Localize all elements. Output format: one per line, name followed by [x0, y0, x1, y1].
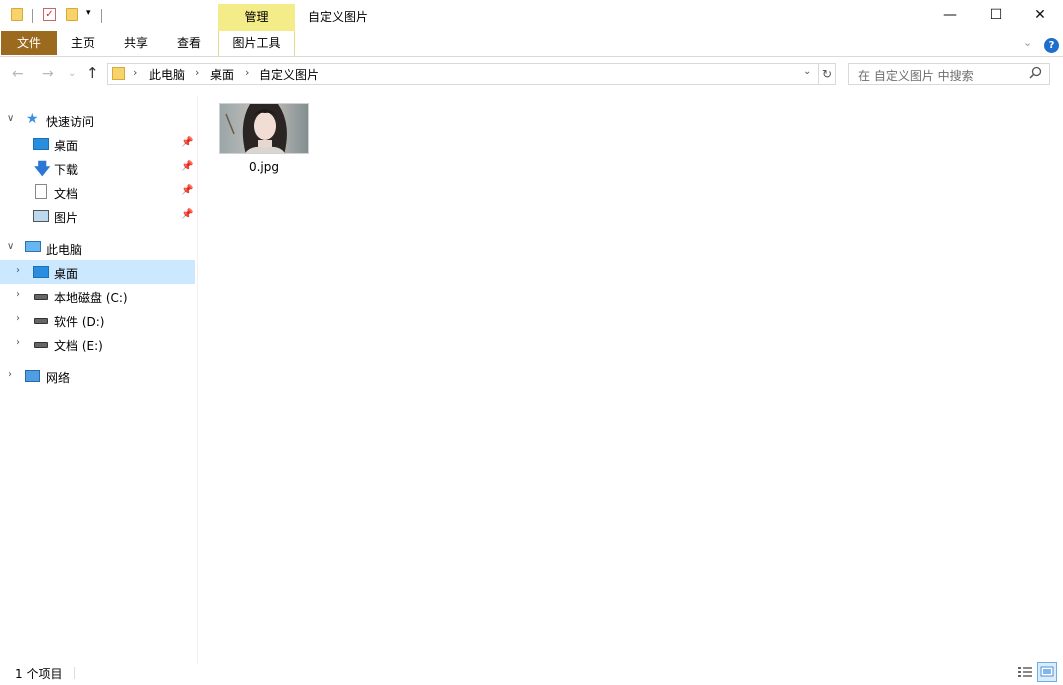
sidebar-item-label: 下载 [54, 163, 79, 177]
document-icon [35, 184, 47, 199]
title-bar [0, 0, 1063, 31]
breadcrumb-this-pc[interactable]: 此电脑 [149, 66, 185, 83]
sidebar-item-label: 桌面 [54, 139, 79, 153]
sidebar-item-drive-e[interactable]: › 文档 (E:) [0, 332, 195, 356]
toolbar-divider [101, 9, 102, 23]
ribbon-tab-bar [0, 31, 1063, 57]
recent-locations-icon[interactable]: ⌄ [68, 68, 76, 79]
close-button[interactable]: ✕ [1017, 0, 1063, 31]
minimize-button[interactable]: — [927, 0, 973, 31]
desktop-icon [33, 138, 49, 150]
file-name[interactable]: 0.jpg [219, 160, 309, 174]
folder-icon[interactable] [11, 8, 23, 21]
breadcrumb-desktop[interactable]: 桌面 [210, 66, 234, 83]
sidebar-item-label: 图片 [54, 211, 79, 225]
window-title: 自定义图片 [308, 10, 369, 24]
desktop-icon [33, 266, 49, 278]
status-divider [74, 667, 75, 679]
help-icon[interactable]: ? [1044, 38, 1059, 53]
chevron-down-icon[interactable]: ⌄ [803, 66, 811, 77]
tab-home[interactable]: 主页 [62, 31, 104, 55]
breadcrumb-separator[interactable]: › [195, 66, 199, 79]
pin-icon[interactable]: 📌 [181, 161, 193, 172]
breadcrumb-custom-pictures[interactable]: 自定义图片 [259, 66, 319, 83]
toolbar-divider [32, 9, 33, 23]
search-icon[interactable] [1029, 66, 1042, 82]
pin-icon[interactable]: 📌 [181, 185, 193, 196]
sidebar-item-label: 软件 (D:) [54, 315, 105, 329]
chevron-right-icon[interactable]: › [16, 265, 20, 276]
sidebar-item-drive-c[interactable]: › 本地磁盘 (C:) [0, 284, 195, 308]
tab-view[interactable]: 查看 [167, 31, 211, 55]
sidebar-item-this-pc[interactable]: ∨ 此电脑 [0, 236, 195, 260]
star-icon: ★ [26, 111, 39, 127]
chevron-right-icon[interactable]: › [16, 337, 20, 348]
breadcrumb-separator[interactable]: › [245, 66, 249, 79]
sidebar-item-quick-access[interactable]: ∨ ★ 快速访问 [0, 108, 195, 132]
forward-arrow-icon[interactable]: → [42, 66, 54, 82]
sidebar-item-label: 快速访问 [46, 115, 95, 129]
sidebar-item-label: 此电脑 [46, 243, 83, 257]
sidebar-item-quick-desktop[interactable]: 桌面 📌 [0, 132, 195, 156]
chevron-right-icon[interactable]: › [16, 289, 20, 300]
image-thumbnail[interactable] [219, 103, 309, 154]
chevron-down-icon[interactable]: ⌄ [1023, 36, 1032, 49]
chevron-right-icon[interactable]: › [16, 313, 20, 324]
back-arrow-icon[interactable]: ← [12, 66, 24, 82]
item-count: 1 个项目 [15, 667, 63, 681]
sidebar-item-quick-pictures[interactable]: 图片 📌 [0, 204, 195, 228]
tab-file[interactable]: 文件 [1, 31, 57, 55]
windows-drive-icon [34, 294, 48, 300]
breadcrumb-separator[interactable]: › [133, 66, 137, 79]
refresh-button[interactable]: ↻ [818, 63, 836, 85]
pin-icon[interactable]: 📌 [181, 209, 193, 220]
sidebar-item-pc-desktop[interactable]: › 桌面 [0, 260, 195, 284]
drive-icon [34, 318, 48, 324]
new-folder-icon[interactable] [66, 8, 78, 21]
search-placeholder: 在 自定义图片 中搜索 [858, 69, 974, 83]
large-icons-view-icon[interactable] [1037, 662, 1057, 682]
manage-contextual-tab[interactable]: 管理 [218, 4, 295, 31]
sidebar-item-label: 本地磁盘 (C:) [54, 291, 128, 305]
up-arrow-icon[interactable]: ↑ [86, 64, 99, 82]
customize-quick-access-icon[interactable]: ▾ [86, 8, 91, 18]
chevron-down-icon[interactable]: ∨ [7, 113, 14, 124]
sidebar-item-label: 文档 (E:) [54, 339, 103, 353]
network-icon [25, 370, 40, 382]
chevron-right-icon[interactable]: › [8, 369, 12, 380]
tab-picture-tools[interactable]: 图片工具 [218, 31, 295, 56]
sidebar-item-label: 网络 [46, 371, 71, 385]
drive-icon [34, 342, 48, 348]
sidebar-item-drive-d[interactable]: › 软件 (D:) [0, 308, 195, 332]
properties-icon[interactable]: ✓ [43, 8, 56, 21]
details-view-icon[interactable] [1017, 665, 1033, 680]
tab-share[interactable]: 共享 [114, 31, 158, 55]
sidebar-item-quick-documents[interactable]: 文档 📌 [0, 180, 195, 204]
pin-icon[interactable]: 📌 [181, 137, 193, 148]
folder-icon [112, 67, 125, 80]
picture-icon [33, 210, 49, 222]
status-bar [0, 663, 1063, 685]
chevron-down-icon[interactable]: ∨ [7, 241, 14, 252]
maximize-button[interactable]: ☐ [973, 0, 1019, 31]
sidebar-item-label: 文档 [54, 187, 79, 201]
sidebar-item-label: 桌面 [54, 267, 79, 281]
sidebar-item-network[interactable]: › 网络 [0, 364, 195, 388]
computer-icon [25, 241, 41, 252]
sidebar-item-quick-downloads[interactable]: 🡇 下载 📌 [0, 156, 195, 180]
